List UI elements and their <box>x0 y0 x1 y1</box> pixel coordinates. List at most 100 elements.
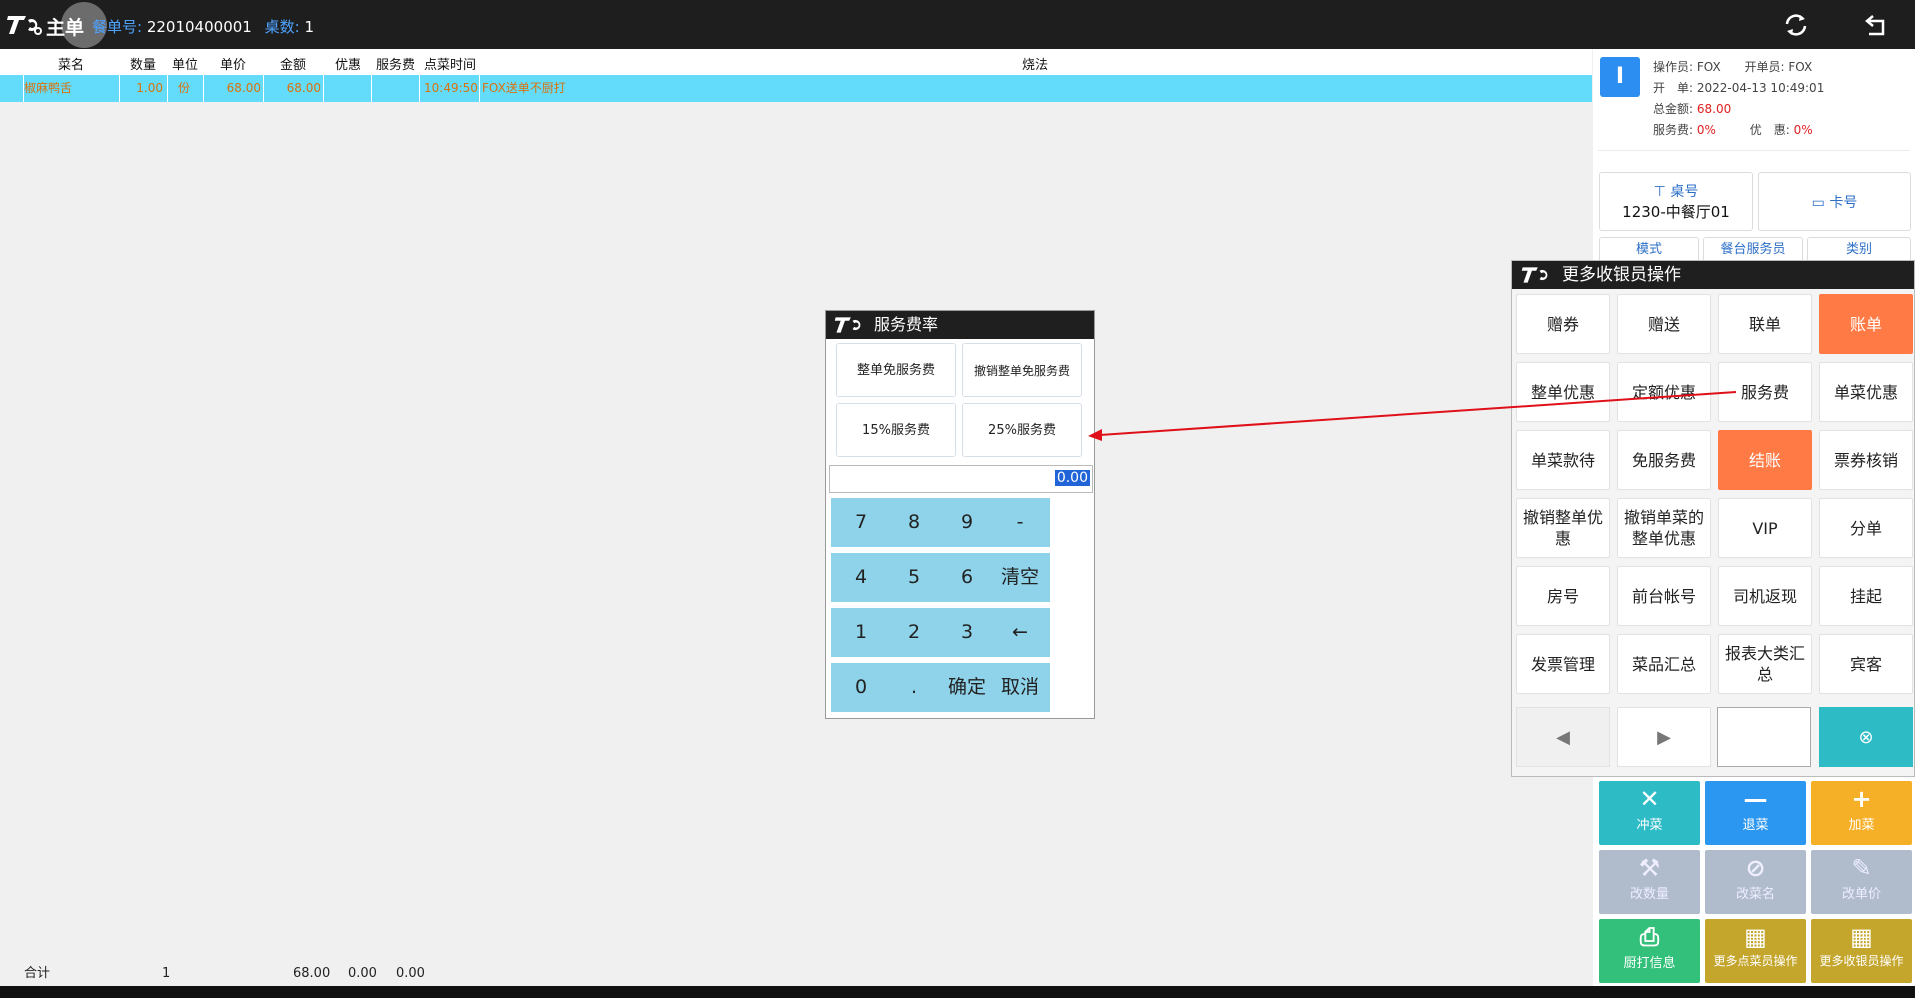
cashier-op-button[interactable]: 赠送 <box>1617 294 1711 354</box>
cashier-op-button[interactable]: 报表大类汇总 <box>1718 634 1812 694</box>
totals-label: 合计 <box>24 966 51 981</box>
total-info: 总金额: 68.00 <box>1653 102 1732 116</box>
col-price: 单价 <box>220 58 247 73</box>
col-unit: 单位 <box>172 58 199 73</box>
grid-icon: ▦ <box>1850 923 1873 951</box>
printer-icon: ⎙ <box>1639 923 1660 951</box>
rate-input[interactable]: 0.00 <box>829 465 1093 493</box>
back-icon[interactable] <box>1861 10 1891 40</box>
more-waiter-ops-button[interactable]: ▦ 更多点菜员操作 <box>1705 919 1806 983</box>
change-qty-button[interactable]: ⚒ 改数量 <box>1599 850 1700 914</box>
col-time: 点菜时间 <box>424 58 477 73</box>
bottom-bar <box>0 986 1915 998</box>
cashier-op-button[interactable]: 发票管理 <box>1516 634 1610 694</box>
cashier-op-button[interactable]: 结账 <box>1718 430 1812 490</box>
clear-icon[interactable]: ⊗ <box>1819 707 1913 767</box>
dialog-title: 更多收银员操作 <box>1562 265 1681 285</box>
item-price: 68.00 <box>204 75 264 102</box>
cashier-op-button[interactable]: 整单优惠 <box>1516 362 1610 422</box>
totals-discount: 0.00 <box>348 966 377 981</box>
add-dish-button[interactable]: + 加菜 <box>1811 781 1912 845</box>
totals-amount: 68.00 <box>293 966 331 981</box>
cashier-input[interactable] <box>1717 707 1811 767</box>
cancel-waive-service-button[interactable]: 撤销整单免服务费 <box>962 343 1082 397</box>
col-name: 菜名 <box>58 58 85 73</box>
item-amount: 68.00 <box>264 75 324 102</box>
dialog-title-bar: 服务费率 <box>826 311 1094 339</box>
backspace-button[interactable]: ← <box>990 608 1050 657</box>
item-name: 椒麻鸭舌 <box>24 75 120 102</box>
cashier-op-button[interactable]: 司机返现 <box>1718 566 1812 626</box>
key-0[interactable]: 0 <box>831 663 891 712</box>
cashier-op-button[interactable]: 联单 <box>1718 294 1812 354</box>
cashier-op-button[interactable]: 房号 <box>1516 566 1610 626</box>
key-7[interactable]: 7 <box>831 498 891 547</box>
prev-page-button[interactable]: ◀ <box>1516 707 1610 767</box>
cashier-op-button[interactable]: 前台帐号 <box>1617 566 1711 626</box>
cashier-op-button[interactable]: 账单 <box>1819 294 1913 354</box>
compass-icon: ⊘ <box>1745 854 1766 882</box>
dialog-title: 服务费率 <box>874 315 939 334</box>
item-discount <box>324 75 372 102</box>
cashier-op-button[interactable]: 菜品汇总 <box>1617 634 1711 694</box>
change-name-button[interactable]: ⊘ 改菜名 <box>1705 850 1806 914</box>
order-no: 22010400001 <box>146 18 252 36</box>
key-9[interactable]: 9 <box>937 498 997 547</box>
cashier-op-button[interactable]: 单菜优惠 <box>1819 362 1913 422</box>
table-no-button[interactable]: ⊤ 桌号 1230-中餐厅01 <box>1599 172 1753 231</box>
cashier-op-button[interactable]: 定额优惠 <box>1617 362 1711 422</box>
key-4[interactable]: 4 <box>831 553 891 602</box>
change-price-button[interactable]: ✎ 改单价 <box>1811 850 1912 914</box>
service-15-button[interactable]: 15%服务费 <box>836 403 956 457</box>
table-row[interactable]: 椒麻鸭舌 1.00 份 68.00 68.00 10:49:50 FOX送单不厨… <box>0 75 1592 102</box>
rush-dish-button[interactable]: ✕ 冲菜 <box>1599 781 1700 845</box>
waive-all-service-button[interactable]: 整单免服务费 <box>836 343 956 397</box>
key-2[interactable]: 2 <box>884 608 944 657</box>
plus-icon: + <box>1851 785 1872 813</box>
key-5[interactable]: 5 <box>884 553 944 602</box>
rate-info: 服务费: 0% 优 惠: 0% <box>1653 123 1813 137</box>
clear-button[interactable]: 清空 <box>990 553 1050 602</box>
item-unit: 份 <box>168 75 204 102</box>
cancel-button[interactable]: 取消 <box>990 663 1050 712</box>
open-time-info: 开 单: 2022-04-13 10:49:01 <box>1653 81 1825 95</box>
logo-icon <box>1521 267 1548 283</box>
key-8[interactable]: 8 <box>884 498 944 547</box>
return-dish-button[interactable]: — 退菜 <box>1705 781 1806 845</box>
logo-icon <box>834 317 861 333</box>
refresh-icon[interactable] <box>1781 10 1811 40</box>
item-qty: 1.00 <box>120 75 168 102</box>
kitchen-print-button[interactable]: ⎙ 厨打信息 <box>1599 919 1700 983</box>
cashier-op-button[interactable]: 单菜款待 <box>1516 430 1610 490</box>
key-minus[interactable]: - <box>990 498 1050 547</box>
cashier-op-button[interactable]: 挂起 <box>1819 566 1913 626</box>
card-no-button[interactable]: ▭ 卡号 <box>1758 172 1911 231</box>
col-qty: 数量 <box>130 58 157 73</box>
tables-label: 桌数: <box>264 18 300 36</box>
more-cashier-ops-button[interactable]: ▦ 更多收银员操作 <box>1811 919 1912 983</box>
key-dot[interactable]: . <box>884 663 944 712</box>
next-page-button[interactable]: ▶ <box>1617 707 1711 767</box>
totals-row: 合计 1 68.00 0.00 0.00 <box>0 963 1592 985</box>
cashier-op-button[interactable]: 票券核销 <box>1819 430 1913 490</box>
item-service <box>372 75 420 102</box>
cashier-op-button[interactable]: 赠券 <box>1516 294 1610 354</box>
cashier-op-button[interactable]: 宾客 <box>1819 634 1913 694</box>
col-discount: 优惠 <box>335 58 362 73</box>
col-note: 烧法 <box>1022 58 1049 73</box>
pencil-icon: ✎ <box>1851 854 1872 882</box>
order-info: 餐单号: 22010400001 桌数: 1 <box>92 16 322 37</box>
key-3[interactable]: 3 <box>937 608 997 657</box>
cashier-op-button[interactable]: VIP <box>1718 498 1812 558</box>
cashier-op-button[interactable]: 分单 <box>1819 498 1913 558</box>
dialog-title-bar: 更多收银员操作 <box>1512 261 1914 289</box>
cashier-op-button[interactable]: 撤销整单优惠 <box>1516 498 1610 558</box>
cashier-op-button[interactable]: 服务费 <box>1718 362 1812 422</box>
key-6[interactable]: 6 <box>937 553 997 602</box>
confirm-button[interactable]: 确定 <box>937 663 997 712</box>
cashier-op-button[interactable]: 免服务费 <box>1617 430 1711 490</box>
cashier-op-button[interactable]: 撤销单菜的整单优惠 <box>1617 498 1711 558</box>
service-25-button[interactable]: 25%服务费 <box>962 403 1082 457</box>
operator-info: 操作员: FOX 开单员: FOX <box>1653 60 1813 74</box>
key-1[interactable]: 1 <box>831 608 891 657</box>
